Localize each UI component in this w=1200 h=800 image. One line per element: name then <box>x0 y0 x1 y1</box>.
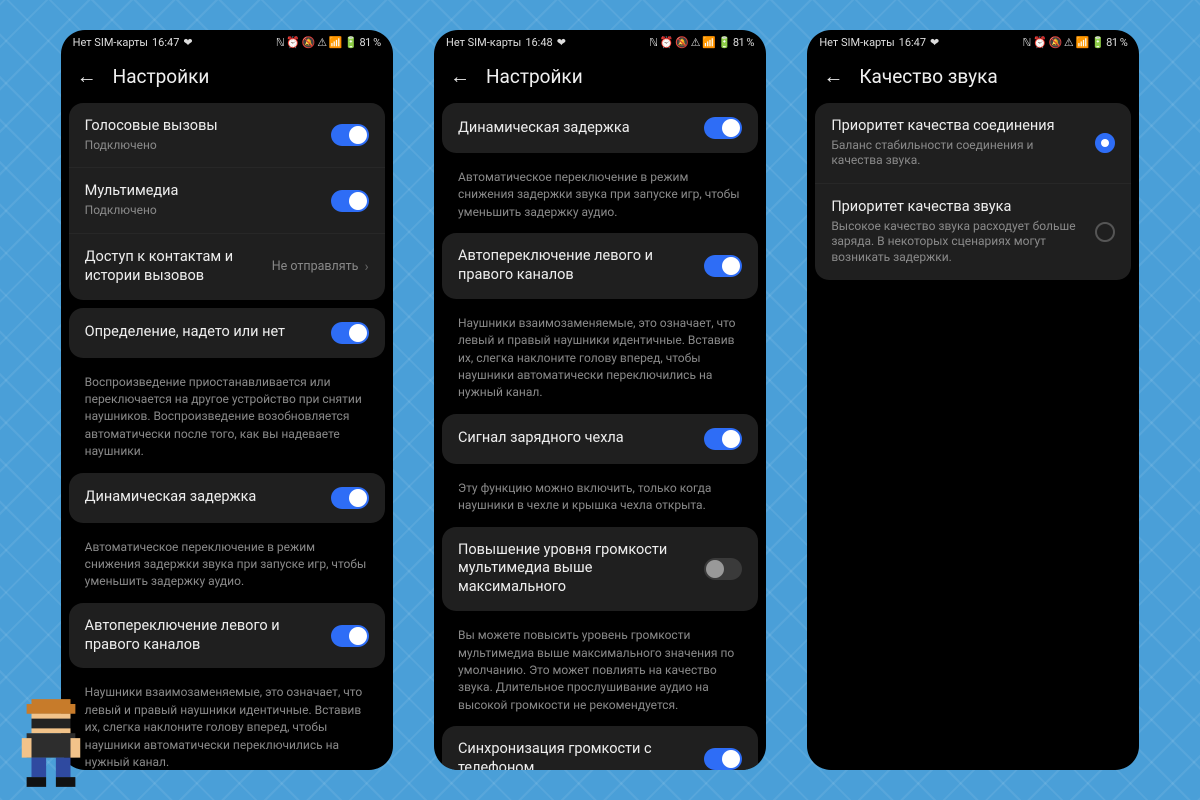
settings-group: Динамическая задержка <box>69 473 385 523</box>
battery-percent: 81 % <box>733 36 754 49</box>
group-description: Вы можете повысить уровень громкости мул… <box>442 619 758 726</box>
row-title: Приоритет качества соединения <box>831 117 1083 136</box>
row-title: Определение, надето или нет <box>85 323 319 342</box>
group-description: Эту функцию можно включить, только когда… <box>442 472 758 527</box>
channel-swap-row[interactable]: Автопереключение левого и правого канало… <box>69 603 385 669</box>
voice-calls-row[interactable]: Голосовые вызовы Подключено <box>69 103 385 167</box>
status-bar: Нет SIM-карты 16:48 ❤ ℕ ⏰ 🔕 ⚠ 📶 🔋 81 % <box>434 30 766 54</box>
dynamic-latency-row[interactable]: Динамическая задержка <box>442 103 758 153</box>
row-sub: Подключено <box>85 203 319 219</box>
settings-group: Автопереключение левого и правого канало… <box>69 603 385 669</box>
toggle-switch[interactable] <box>704 748 742 770</box>
clock: 16:48 <box>525 36 552 49</box>
row-sub: Высокое качество звука расходует больше … <box>831 219 1083 266</box>
status-icons: ℕ ⏰ 🔕 ⚠ 📶 🔋 <box>1023 36 1105 49</box>
connection-quality-row[interactable]: Приоритет качества соединения Баланс ста… <box>815 103 1131 183</box>
row-sub: Подключено <box>85 138 319 154</box>
chevron-right-icon: › <box>364 259 368 275</box>
row-title: Приоритет качества звука <box>831 198 1083 217</box>
group-description: Автоматическое переключение в режим сниж… <box>69 531 385 603</box>
header: ← Настройки <box>61 54 393 103</box>
sim-status: Нет SIM-карты <box>819 36 894 49</box>
settings-group: Синхронизация громкости с телефоном <box>442 726 758 770</box>
row-title: Синхронизация громкости с телефоном <box>458 740 692 770</box>
status-bar: Нет SIM-карты 16:47 ❤ ℕ ⏰ 🔕 ⚠ 📶 🔋 81 % <box>807 30 1139 54</box>
row-title: Сигнал зарядного чехла <box>458 429 692 448</box>
toggle-switch[interactable] <box>331 190 369 212</box>
row-title: Доступ к контактам и истории вызовов <box>85 248 260 286</box>
battery-percent: 81 % <box>360 36 381 49</box>
group-description: Наушники взаимозаменяемые, это означает,… <box>69 676 385 770</box>
settings-content: Динамическая задержка Автоматическое пер… <box>434 103 766 770</box>
battery-percent: 81 % <box>1106 36 1127 49</box>
clock: 16:47 <box>152 36 179 49</box>
settings-group: Сигнал зарядного чехла <box>442 414 758 464</box>
channel-swap-row[interactable]: Автопереключение левого и правого канало… <box>442 233 758 299</box>
header: ← Качество звука <box>807 54 1139 103</box>
status-icons: ℕ ⏰ 🔕 ⚠ 📶 🔋 <box>276 36 358 49</box>
status-icons: ℕ ⏰ 🔕 ⚠ 📶 🔋 <box>649 36 731 49</box>
sound-quality-row[interactable]: Приоритет качества звука Высокое качеств… <box>815 183 1131 280</box>
toggle-switch[interactable] <box>704 117 742 139</box>
settings-group: Приоритет качества соединения Баланс ста… <box>815 103 1131 280</box>
row-title: Голосовые вызовы <box>85 117 319 136</box>
row-title: Повышение уровня громкости мультимедиа в… <box>458 541 692 598</box>
toggle-switch[interactable] <box>331 322 369 344</box>
case-signal-row[interactable]: Сигнал зарядного чехла <box>442 414 758 464</box>
header: ← Настройки <box>434 54 766 103</box>
toggle-switch[interactable] <box>704 558 742 580</box>
phone-screen-2: Нет SIM-карты 16:48 ❤ ℕ ⏰ 🔕 ⚠ 📶 🔋 81 % ←… <box>434 30 766 770</box>
row-title: Динамическая задержка <box>85 488 319 507</box>
contacts-access-row[interactable]: Доступ к контактам и истории вызовов Не … <box>69 233 385 300</box>
status-bar: Нет SIM-карты 16:47 ❤ ℕ ⏰ 🔕 ⚠ 📶 🔋 81 % <box>61 30 393 54</box>
multimedia-row[interactable]: Мультимедиа Подключено <box>69 167 385 232</box>
page-title: Настройки <box>113 65 210 88</box>
back-icon[interactable]: ← <box>450 64 470 89</box>
pixel-avatar <box>12 698 90 788</box>
wear-detection-row[interactable]: Определение, надето или нет <box>69 308 385 358</box>
row-title: Автопереключение левого и правого канало… <box>85 617 319 655</box>
back-icon[interactable]: ← <box>77 64 97 89</box>
toggle-switch[interactable] <box>704 428 742 450</box>
toggle-switch[interactable] <box>331 124 369 146</box>
heart-icon: ❤ <box>183 36 192 49</box>
heart-icon: ❤ <box>930 36 939 49</box>
page-title: Качество звука <box>859 65 997 88</box>
radio-button[interactable] <box>1095 222 1115 242</box>
heart-icon: ❤ <box>557 36 566 49</box>
volume-sync-row[interactable]: Синхронизация громкости с телефоном <box>442 726 758 770</box>
row-title: Автопереключение левого и правого канало… <box>458 247 692 285</box>
clock: 16:47 <box>899 36 926 49</box>
row-title: Динамическая задержка <box>458 119 692 138</box>
settings-group: Голосовые вызовы Подключено Мультимедиа … <box>69 103 385 300</box>
settings-group: Динамическая задержка <box>442 103 758 153</box>
back-icon[interactable]: ← <box>823 64 843 89</box>
group-description: Автоматическое переключение в режим сниж… <box>442 161 758 233</box>
sim-status: Нет SIM-карты <box>446 36 521 49</box>
settings-group: Автопереключение левого и правого канало… <box>442 233 758 299</box>
settings-group: Определение, надето или нет <box>69 308 385 358</box>
toggle-switch[interactable] <box>331 625 369 647</box>
row-value: Не отправлять <box>272 259 359 274</box>
row-sub: Баланс стабильности соединения и качеств… <box>831 138 1083 169</box>
phone-screen-3: Нет SIM-карты 16:47 ❤ ℕ ⏰ 🔕 ⚠ 📶 🔋 81 % ←… <box>807 30 1139 770</box>
phone-screen-1: Нет SIM-карты 16:47 ❤ ℕ ⏰ 🔕 ⚠ 📶 🔋 81 % ←… <box>61 30 393 770</box>
group-description: Воспроизведение приостанавливается или п… <box>69 366 385 473</box>
sim-status: Нет SIM-карты <box>73 36 148 49</box>
toggle-switch[interactable] <box>704 255 742 277</box>
row-title: Мультимедиа <box>85 182 319 201</box>
settings-content: Приоритет качества соединения Баланс ста… <box>807 103 1139 770</box>
settings-group: Повышение уровня громкости мультимедиа в… <box>442 527 758 612</box>
volume-boost-row[interactable]: Повышение уровня громкости мультимедиа в… <box>442 527 758 612</box>
dynamic-latency-row[interactable]: Динамическая задержка <box>69 473 385 523</box>
toggle-switch[interactable] <box>331 487 369 509</box>
page-title: Настройки <box>486 65 583 88</box>
settings-content: Голосовые вызовы Подключено Мультимедиа … <box>61 103 393 770</box>
group-description: Наушники взаимозаменяемые, это означает,… <box>442 307 758 414</box>
radio-button[interactable] <box>1095 133 1115 153</box>
